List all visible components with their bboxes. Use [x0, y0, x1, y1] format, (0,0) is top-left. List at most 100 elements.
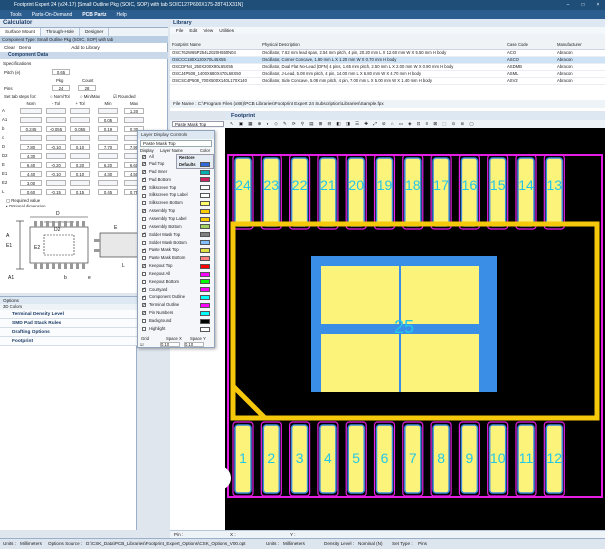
library-row[interactable]: OSC762W65P254L2020H550N04 Oscillator, 7.6… [170, 49, 605, 57]
layer-row[interactable]: Pad Inner [138, 169, 214, 176]
layer-color-swatch[interactable] [200, 193, 210, 199]
layer-checkbox[interactable] [142, 176, 146, 183]
layer-checkbox[interactable] [142, 302, 146, 308]
layer-color-swatch[interactable] [200, 177, 210, 183]
dim-cell-ptol[interactable] [70, 153, 90, 159]
layer-checkbox[interactable] [142, 231, 146, 238]
col-case-code[interactable]: Case Code [505, 41, 555, 50]
dim-cell-min[interactable] [98, 180, 118, 186]
library-row[interactable]: OSCSC4P508_700X500X140L170X140 Oscillator… [170, 77, 605, 85]
layer-checkbox[interactable] [142, 294, 146, 301]
dim-cell-ptol[interactable]: 0.10 [70, 171, 90, 177]
dim-cell-nom[interactable] [20, 108, 42, 114]
component-type[interactable]: Component Type: Small Outline Pkg (SOIC,… [0, 36, 168, 43]
layer-color-swatch[interactable] [200, 287, 210, 293]
count-input[interactable]: 28 [78, 85, 96, 91]
layer-checkbox[interactable] [142, 240, 146, 245]
dim-cell-mtol[interactable]: -0.10 [46, 171, 66, 177]
component-data-header[interactable]: Component Data [0, 52, 168, 59]
dim-cell-nom[interactable]: 4.40 [20, 171, 42, 177]
menu-parts-on-demand[interactable]: Parts-On-Demand [32, 12, 73, 18]
layer-checkbox[interactable] [142, 201, 146, 206]
col-manufacturer[interactable]: Manufacturer [555, 41, 605, 50]
grid-y-input[interactable]: 0.10 [184, 342, 204, 347]
library-menu-file[interactable]: File [176, 27, 183, 34]
layer-checkbox[interactable] [142, 272, 146, 277]
layer-checkbox[interactable] [142, 279, 146, 284]
dim-cell-min[interactable]: 7.70 [98, 144, 118, 150]
dim-cell-ptol[interactable]: 0.15 [70, 189, 90, 195]
checkbox-rounded[interactable]: ☑ Rounded [113, 94, 136, 100]
dim-cell-mtol[interactable]: -0.10 [46, 144, 66, 150]
layer-checkbox[interactable] [142, 247, 146, 254]
dim-cell-ptol[interactable] [70, 180, 90, 186]
dim-cell-min[interactable]: 0.19 [98, 126, 118, 132]
layer-color-swatch[interactable] [200, 200, 210, 206]
layer-row[interactable]: Pin Numbers [138, 310, 214, 317]
layer-row[interactable]: Pad Bottom [138, 176, 214, 184]
dim-cell-ptol[interactable]: 0.055 [70, 126, 90, 132]
layer-color-swatch[interactable] [200, 240, 210, 246]
pitch-input[interactable]: 0.65 [52, 69, 70, 75]
library-menu-utilities[interactable]: Utilities [219, 27, 234, 34]
layer-dialog-combo[interactable]: Paste Mask Top [140, 140, 212, 147]
library-menu-view[interactable]: View [203, 27, 213, 34]
add-to-library-button[interactable]: Add to Library [71, 45, 100, 50]
layer-row[interactable]: Solder Mask Bottom [138, 240, 214, 247]
radio-min-max[interactable]: ○ Min/Max [80, 94, 100, 99]
layer-color-swatch[interactable] [200, 295, 210, 301]
dim-cell-nom[interactable] [20, 135, 42, 141]
layer-row[interactable]: Background [138, 318, 214, 325]
menu-tools[interactable]: Tools [10, 12, 22, 18]
dim-cell-mtol[interactable] [46, 108, 66, 114]
layer-row[interactable]: Pad Top [138, 161, 214, 168]
dim-cell-nom[interactable] [20, 117, 42, 123]
radio-nom-tol[interactable]: ○ Nom/Tol [50, 94, 70, 99]
layer-checkbox[interactable] [142, 263, 146, 269]
dim-cell-min[interactable]: 0.45 [98, 189, 118, 195]
dim-cell-nom[interactable]: 7.80 [20, 144, 42, 150]
layer-row[interactable]: Terminal Outline [138, 302, 214, 309]
footprint-canvas[interactable]: 24 23 22 21 20 19 18 17 16 15 14 13 1 2 3 4 5 6 7 8 9 10 11 12 2… [207, 128, 605, 530]
layer-color-swatch[interactable] [200, 279, 210, 285]
layer-checkbox[interactable] [142, 256, 146, 261]
layer-color-swatch[interactable] [200, 208, 210, 214]
layer-checkbox[interactable] [142, 217, 146, 222]
layer-select[interactable]: Paste Mask Top [172, 121, 224, 127]
dim-cell-ptol[interactable]: 0.20 [70, 162, 90, 168]
dim-cell-ptol[interactable] [70, 108, 90, 114]
dim-cell-mtol[interactable]: -0.15 [46, 189, 66, 195]
layer-checkbox[interactable] [142, 184, 146, 191]
layer-color-swatch[interactable] [200, 255, 210, 261]
clear-button[interactable]: Clear [4, 45, 15, 50]
layer-color-swatch[interactable] [200, 263, 210, 269]
menu-help[interactable]: Help [116, 12, 126, 18]
layer-color-swatch[interactable] [200, 161, 210, 167]
dim-cell-ptol[interactable] [70, 135, 90, 141]
tab-through-hole[interactable]: Through-Hole [41, 28, 80, 36]
layer-row[interactable]: Silkscreen Top [138, 184, 214, 192]
layer-checkbox[interactable] [142, 193, 146, 198]
dim-cell-mtol[interactable]: -0.055 [46, 126, 66, 132]
layer-color-swatch[interactable] [200, 318, 210, 324]
layer-row[interactable]: Paste Mask Bottom [138, 255, 214, 262]
layer-color-swatch[interactable] [200, 302, 210, 308]
dim-cell-min[interactable]: 6.20 [98, 162, 118, 168]
dim-cell-mtol[interactable] [46, 135, 66, 141]
library-menu-edit[interactable]: Edit [189, 27, 197, 34]
layer-color-swatch[interactable] [200, 232, 210, 238]
library-row[interactable]: OSCJ4P508_1400X680X470L68X50 Oscillator, … [170, 70, 605, 78]
layer-checkbox[interactable] [142, 161, 146, 167]
layer-color-swatch[interactable] [200, 248, 210, 254]
menu-pcb-partz[interactable]: PCB Partz [82, 12, 106, 18]
dim-cell-mtol[interactable] [46, 117, 66, 123]
all-checkbox[interactable] [142, 154, 146, 160]
dim-cell-nom[interactable]: 0.245 [20, 126, 42, 132]
maximize-icon[interactable]: □ [576, 0, 590, 10]
layer-row[interactable]: Courtyard [138, 286, 214, 294]
pkg-pins-input[interactable]: 24 [52, 85, 70, 91]
dim-cell-nom[interactable]: 0.60 [20, 189, 42, 195]
dim-cell-nom[interactable]: 4.30 [20, 153, 42, 159]
grid-checkbox[interactable]: ☑ [140, 342, 144, 347]
close-icon[interactable]: × [591, 0, 605, 10]
